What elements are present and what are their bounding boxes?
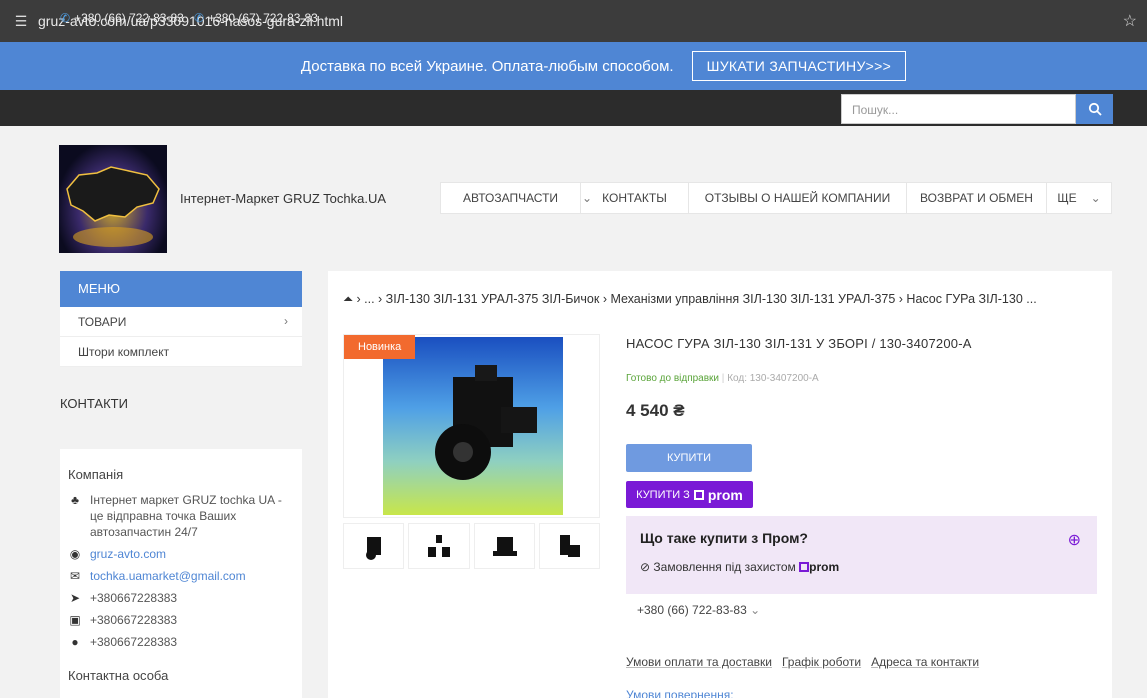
promo-banner: Доставка по всей Украине. Оплата-любым с… bbox=[0, 42, 1147, 90]
product-code: Код: 130-3407200-А bbox=[727, 373, 819, 384]
phone-icon: ✆ bbox=[194, 11, 205, 25]
company-icon: ♣ bbox=[71, 493, 79, 507]
chevron-down-icon: ⌄ bbox=[1090, 191, 1101, 205]
chevron-right-icon: › bbox=[284, 314, 288, 328]
telegram-number[interactable]: +380667228383 bbox=[90, 590, 177, 606]
search-icon bbox=[1088, 102, 1102, 116]
nav-return[interactable]: ВОЗВРАТ И ОБМЕН bbox=[907, 183, 1047, 213]
info-links: Умови оплати та доставки Графік роботи А… bbox=[626, 655, 979, 669]
prom-logo-icon bbox=[693, 489, 704, 500]
home-icon[interactable]: ⏶ bbox=[343, 292, 353, 306]
new-badge: Новинка bbox=[344, 335, 416, 359]
phone-link-1[interactable]: ✆ +380 (66) 722-83-83 bbox=[60, 11, 184, 25]
phone-link-2[interactable]: ✆ +380 (67) 722-83-83 bbox=[194, 11, 318, 25]
shield-check-icon: ⊘ bbox=[640, 560, 651, 574]
nav-reviews[interactable]: ОТЗЫВЫ О НАШЕЙ КОМПАНИИ bbox=[689, 183, 907, 213]
menu-title: МЕНЮ bbox=[60, 271, 302, 307]
email-link[interactable]: tochka.uamarket@gmail.com bbox=[90, 568, 246, 584]
promo-text: Доставка по всей Украине. Оплата-любым с… bbox=[300, 57, 674, 75]
nav-more[interactable]: ЩЕ ⌄ bbox=[1047, 183, 1111, 213]
telegram-icon: ➤ bbox=[69, 591, 81, 605]
whatsapp-number[interactable]: +380667228383 bbox=[90, 634, 177, 650]
thumbnail-strip bbox=[343, 523, 600, 569]
whatsapp-icon: ● bbox=[71, 635, 79, 649]
sidebar-menu: ТОВАРИ › Штори комплект bbox=[60, 307, 302, 367]
arrow-circle-icon[interactable]: ⊕ bbox=[1068, 530, 1081, 550]
buy-with-prom-button[interactable]: КУПИТИ Зprom bbox=[626, 481, 753, 508]
nav-autoparts[interactable]: АВТОЗАПЧАСТИ ⌄ bbox=[441, 183, 592, 213]
thumbnail-4[interactable] bbox=[538, 523, 600, 569]
thumbnail-3[interactable] bbox=[473, 523, 535, 569]
company-description: Інтернет маркет GRUZ tochka UA - це відп… bbox=[90, 493, 282, 539]
viber-icon: ▣ bbox=[69, 613, 81, 627]
availability: Готово до відправки | Код: 130-3407200-А bbox=[626, 373, 819, 384]
schedule-link[interactable]: Графік роботи bbox=[782, 655, 861, 669]
phone-select[interactable]: +380 (66) 722-83-83 ⌄ bbox=[637, 603, 760, 617]
thumbnail-2[interactable] bbox=[408, 523, 470, 569]
product-title: НАСОС ГУРА ЗІЛ-130 ЗІЛ-131 У ЗБОРІ / 130… bbox=[626, 336, 972, 351]
product-image[interactable] bbox=[383, 337, 563, 515]
buy-button[interactable]: КУПИТИ bbox=[626, 444, 752, 472]
bookmark-star-icon[interactable]: ☆ bbox=[1123, 11, 1137, 31]
address-contacts-link[interactable]: Адреса та контакти bbox=[871, 655, 979, 669]
find-part-button[interactable]: ШУКАТИ ЗАПЧАСТИНУ>>> bbox=[691, 51, 907, 81]
shop-logo[interactable] bbox=[59, 145, 167, 253]
contact-person-label: Контактна особа bbox=[68, 668, 169, 683]
payment-delivery-link[interactable]: Умови оплати та доставки bbox=[626, 655, 772, 669]
shop-name[interactable]: Інтернет-Маркет GRUZ Tochka.UA bbox=[180, 191, 386, 206]
thumbnail-1[interactable] bbox=[343, 523, 405, 569]
site-settings-icon[interactable]: ☰ bbox=[8, 8, 34, 34]
main-nav: АВТОЗАПЧАСТИ ⌄ КОНТАКТЫ ОТЗЫВЫ О НАШЕЙ КО… bbox=[440, 182, 1112, 214]
phone-icon: ✆ bbox=[60, 11, 71, 25]
chevron-down-icon: ⌄ bbox=[750, 603, 761, 617]
prom-logo-icon bbox=[799, 562, 810, 572]
breadcrumb[interactable]: ⏶ › ... › ЗІЛ-130 ЗІЛ-131 УРАЛ-375 ЗІЛ-Б… bbox=[343, 292, 1037, 307]
prom-info-card[interactable]: Що таке купити з Пром? ⊕ ⊘ Замовлення пі… bbox=[626, 516, 1097, 594]
sidebar-item-goods[interactable]: ТОВАРИ › bbox=[60, 307, 302, 337]
search-input[interactable]: Пошук... bbox=[841, 94, 1076, 124]
contacts-card: Компанія ♣ Інтернет маркет GRUZ tochka UA… bbox=[60, 449, 302, 698]
return-conditions-link[interactable]: Умови повернення: bbox=[626, 688, 734, 698]
contacts-title: КОНТАКТИ bbox=[60, 396, 128, 411]
company-label: Компанія bbox=[68, 467, 124, 482]
nav-contacts[interactable]: КОНТАКТЫ bbox=[581, 183, 689, 213]
prom-protection: ⊘ Замовлення під захистом prom bbox=[640, 560, 840, 574]
sidebar-item-curtains[interactable]: Штори комплект bbox=[60, 337, 302, 367]
product-price: 4 540 ₴ bbox=[626, 401, 685, 420]
globe-icon: ◉ bbox=[69, 547, 81, 561]
email-icon: ✉ bbox=[69, 569, 81, 583]
viber-number[interactable]: +380667228383 bbox=[90, 612, 177, 628]
search-button[interactable] bbox=[1076, 94, 1113, 124]
prom-question: Що таке купити з Пром? bbox=[640, 530, 808, 546]
site-link[interactable]: gruz-avto.com bbox=[90, 546, 166, 562]
status-ready: Готово до відправки bbox=[626, 373, 720, 384]
